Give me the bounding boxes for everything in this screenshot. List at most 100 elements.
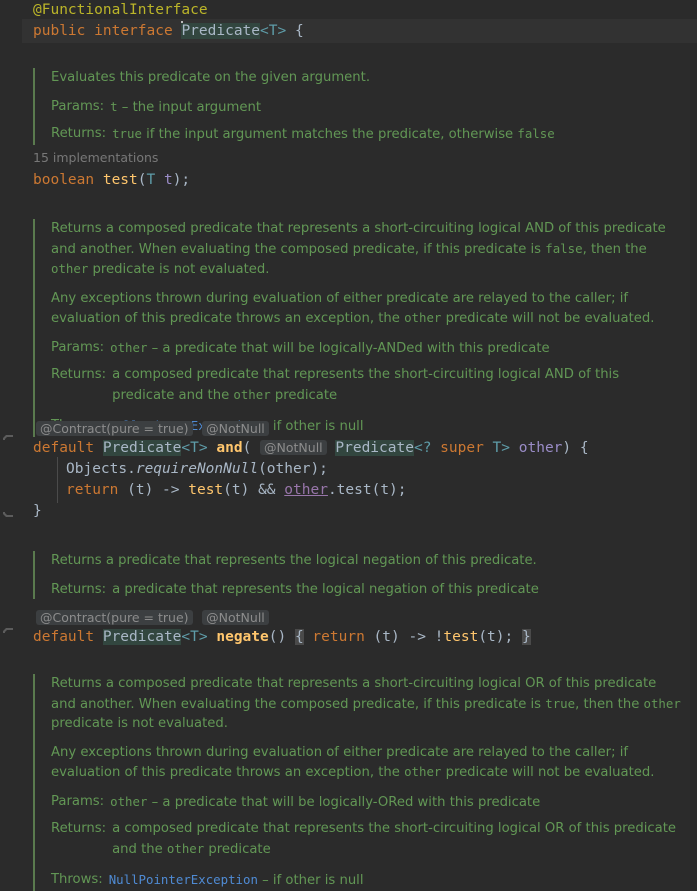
return-type-generic: <T> (181, 629, 208, 645)
returns-label: Returns: (51, 581, 107, 597)
method-name-and[interactable]: and (216, 440, 242, 456)
operator-and: && (258, 482, 276, 498)
return-type-predicate[interactable]: Predicate (102, 629, 182, 645)
keyword-default: default (33, 629, 95, 645)
test-args: (t) (223, 482, 259, 498)
param-desc: a predicate that will be logically-ANDed… (162, 340, 550, 356)
hint-notnull[interactable]: @NotNull (202, 421, 269, 436)
open-brace: { (294, 23, 304, 39)
inline-other: other (166, 840, 205, 856)
javadoc-or-throws: Throws: NullPointerException – if other … (51, 870, 681, 891)
inline-other: other (404, 310, 442, 325)
returns-body: a composed predicate that represents the… (112, 367, 620, 403)
returns-mid: if the input argument matches the predic… (141, 127, 518, 142)
hint-param-notnull[interactable]: @NotNull (260, 440, 327, 455)
javadoc-negate-returns: Returns: a predicate that represents the… (51, 580, 681, 600)
returns-true: true (112, 126, 142, 141)
javadoc-and: Returns a composed predicate that repres… (33, 219, 681, 437)
returns-label: Returns: (51, 367, 107, 382)
return-type-generic: <T> (181, 440, 208, 456)
inline-other: other (643, 695, 681, 711)
statement-require-non-null[interactable]: Objects.requireNonNull(other); (66, 459, 328, 479)
lambda-arrow: (t) -> (118, 482, 189, 498)
statement-return-lambda[interactable]: return (t) -> test(t) && other.test(t); (66, 480, 407, 500)
class-objects[interactable]: Objects (66, 461, 127, 477)
throws-type-link[interactable]: NullPointerException (109, 872, 258, 887)
other-test-call: .test(t); (327, 482, 407, 498)
method-and-signature[interactable]: default Predicate<T> and( @NotNull Predi… (33, 438, 589, 458)
keyword-public: public (33, 23, 86, 39)
param-type-predicate[interactable]: Predicate (335, 440, 414, 456)
params-label: Params: (51, 793, 105, 809)
hint-contract[interactable]: @Contract(pure = true) (36, 421, 193, 436)
open-paren: ( (137, 172, 147, 188)
returns-label: Returns: (51, 821, 107, 836)
params-body: other – a predicate that will be logical… (110, 792, 681, 813)
param-name-other: other (518, 440, 563, 456)
javadoc-test-returns: Returns: true if the input argument matc… (51, 124, 681, 145)
javadoc-or-params: Params: other – a predicate that will be… (51, 792, 681, 813)
javadoc-and-para1: Returns a composed predicate that repres… (51, 221, 666, 277)
hint-notnull[interactable]: @NotNull (202, 610, 269, 625)
method-test-signature[interactable]: boolean test(T t); (33, 170, 190, 190)
inline-false: false (545, 240, 583, 256)
inline-other: other (51, 261, 89, 276)
annotation-functional-interface[interactable]: @FunctionalInterface (33, 0, 208, 20)
keyword-default: default (33, 440, 95, 456)
returns-label: Returns: (51, 126, 107, 141)
javadoc-or-returns: Returns: a composed predicate that repre… (51, 819, 681, 859)
inline-other: other (404, 764, 442, 779)
method-negate-signature[interactable]: default Predicate<T> negate() { return (… (33, 627, 531, 647)
param-dash: – (151, 340, 159, 356)
open-paren: ( (242, 440, 252, 456)
javadoc-test: Evaluates this predicate on the given ar… (33, 68, 681, 145)
throws-body: NullPointerException – if other is null (109, 870, 681, 891)
dot: . (127, 461, 136, 477)
param-generic-tail: T> (483, 440, 511, 456)
method-name-negate[interactable]: negate (216, 629, 268, 645)
param-name: other (110, 793, 148, 809)
javadoc-negate: Returns a predicate that represents the … (33, 551, 681, 599)
hint-contract[interactable]: @Contract(pure = true) (36, 610, 193, 625)
keyword-return: return (66, 482, 119, 498)
param-generic-head: <? (413, 440, 441, 456)
params-body: t – the input argument (110, 97, 681, 118)
close-brace-highlight: } (521, 629, 531, 645)
lambda-arrow-negate: (t) -> ! (364, 629, 444, 645)
method-name-test[interactable]: test (103, 172, 138, 188)
return-type-predicate[interactable]: Predicate (102, 440, 182, 456)
param-name: t (110, 98, 118, 114)
throws-dash: – (262, 873, 269, 888)
require-non-null-args: (other); (258, 461, 328, 477)
open-brace: { (579, 440, 589, 456)
param-desc: the input argument (132, 99, 262, 115)
throws-desc: if other is null (272, 419, 364, 434)
params-body: other – a predicate that will be logical… (110, 338, 681, 359)
inlay-hints-negate[interactable]: @Contract(pure = true) @NotNull (36, 607, 269, 626)
interface-declaration-line[interactable]: public interface Predicate<T> { (33, 21, 304, 41)
throws-label: Throws: (51, 872, 103, 887)
param-dash: – (121, 99, 129, 115)
returns-body: true if the input argument matches the p… (112, 124, 681, 145)
params-label: Params: (51, 339, 105, 355)
keyword-boolean: boolean (33, 172, 95, 188)
method-require-non-null[interactable]: requireNonNull (136, 461, 258, 477)
javadoc-and-returns: Returns: a composed predicate that repre… (51, 365, 681, 405)
inlay-hints-and[interactable]: @Contract(pure = true) @NotNull (36, 418, 269, 437)
code-editor[interactable]: @FunctionalInterface public interface Pr… (0, 0, 697, 891)
javadoc-and-params: Params: other – a predicate that will be… (51, 338, 681, 359)
returns-false: false (517, 126, 555, 141)
method-call-test[interactable]: test (188, 482, 223, 498)
inline-true: true (545, 695, 576, 711)
interface-type-parameter: <T> (260, 23, 287, 39)
reference-other[interactable]: other (284, 482, 328, 498)
interface-name[interactable]: Predicate (181, 23, 261, 39)
code-vision-implementations[interactable]: 15 implementations (33, 150, 158, 166)
test-args: (t); (478, 629, 514, 645)
javadoc-test-summary: Evaluates this predicate on the given ar… (51, 70, 371, 85)
method-call-test[interactable]: test (443, 629, 478, 645)
javadoc-or-para1: Returns a composed predicate that repres… (51, 676, 681, 731)
open-brace-highlight: { (294, 629, 304, 645)
param-name-t: t (163, 172, 173, 188)
javadoc-or: Returns a composed predicate that repres… (33, 674, 681, 891)
